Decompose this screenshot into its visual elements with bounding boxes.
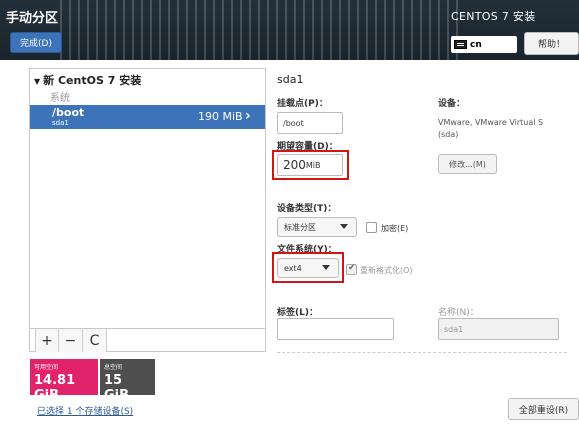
partition-row-boot[interactable]: /boot sda1 190 MiB ›: [30, 105, 265, 129]
capacity-unit: MiB: [305, 160, 321, 170]
total-space-label: 总空间: [104, 364, 123, 371]
expander-down-icon[interactable]: ▼: [34, 77, 40, 86]
chevron-right-icon: ›: [245, 108, 251, 124]
selected-devices-link[interactable]: 已选择 1 个存储设备(S): [37, 404, 133, 417]
refresh-button[interactable]: C: [83, 329, 107, 352]
group-label-system: 系统: [50, 93, 70, 104]
page-title: 手动分区: [6, 11, 59, 26]
tag-label: 标签(L)：: [277, 308, 318, 318]
product-title: CENTOS 7 安装: [451, 10, 536, 23]
partition-device: sda1: [52, 119, 69, 127]
encrypt-checkbox[interactable]: [366, 222, 377, 233]
device-type-value: 标准分区: [284, 222, 316, 232]
keyboard-layout-label: cn: [470, 39, 482, 50]
dropdown-arrow-icon: [340, 224, 348, 229]
modify-device-button[interactable]: 修改...(M): [438, 154, 497, 174]
partition-detail-title: sda1: [277, 73, 304, 86]
name-input[interactable]: sda1: [438, 318, 559, 340]
total-space-tile: 总空间 15 GiB: [100, 359, 155, 403]
partition-size: 190 MiB: [198, 110, 243, 123]
available-space-value: 14.81 GiB: [34, 373, 76, 403]
keyboard-layout-indicator[interactable]: cn: [451, 36, 517, 53]
name-label: 名称(N)：: [438, 308, 479, 318]
tag-input[interactable]: [277, 318, 394, 340]
total-space-value: 15 GiB: [104, 373, 130, 403]
reset-all-button[interactable]: 全部重设(R): [508, 398, 579, 420]
device-description: VMware, VMware Virtual S: [438, 118, 544, 127]
device-info: VMware, VMware Virtual S (sda): [438, 117, 543, 141]
encrypt-label: 加密(E): [381, 224, 409, 233]
add-partition-button[interactable]: +: [35, 329, 59, 352]
mount-point-label: 挂载点(P)：: [277, 99, 328, 109]
capacity-number: 200: [283, 158, 306, 172]
filesystem-select[interactable]: ext4: [277, 258, 339, 278]
remove-partition-button[interactable]: −: [59, 329, 83, 352]
header-background-art: [60, 0, 460, 60]
device-type-label: 设备类型(T)：: [277, 204, 337, 214]
keyboard-icon: [454, 40, 467, 49]
done-button[interactable]: 完成(D): [10, 32, 62, 53]
capacity-input[interactable]: 200 MiB: [277, 154, 343, 176]
help-button[interactable]: 帮助！: [524, 32, 579, 55]
reformat-label: 重新格式化(O): [360, 266, 413, 275]
filesystem-value: ext4: [284, 263, 302, 273]
install-root-label: 新 CentOS 7 安装: [43, 74, 142, 87]
partition-toolbar: + − C: [29, 328, 266, 352]
device-label: 设备：: [438, 99, 466, 109]
mount-point-input[interactable]: /boot: [277, 112, 343, 134]
partition-mount: /boot: [52, 106, 85, 119]
available-space-label: 可用空间: [34, 364, 59, 371]
top-bar: 手动分区 完成(D) CENTOS 7 安装 cn 帮助！: [0, 0, 579, 60]
dropdown-arrow-icon: [322, 265, 330, 270]
available-space-tile: 可用空间 14.81 GiB: [30, 359, 98, 403]
install-root[interactable]: ▼ 新 CentOS 7 安装: [34, 72, 141, 88]
divider: [277, 352, 567, 353]
reformat-checkbox[interactable]: [346, 263, 357, 275]
device-name: (sda): [438, 130, 459, 139]
partition-tree: ▼ 新 CentOS 7 安装 系统 /boot sda1 190 MiB ›: [29, 68, 266, 352]
device-type-select[interactable]: 标准分区: [277, 217, 357, 237]
